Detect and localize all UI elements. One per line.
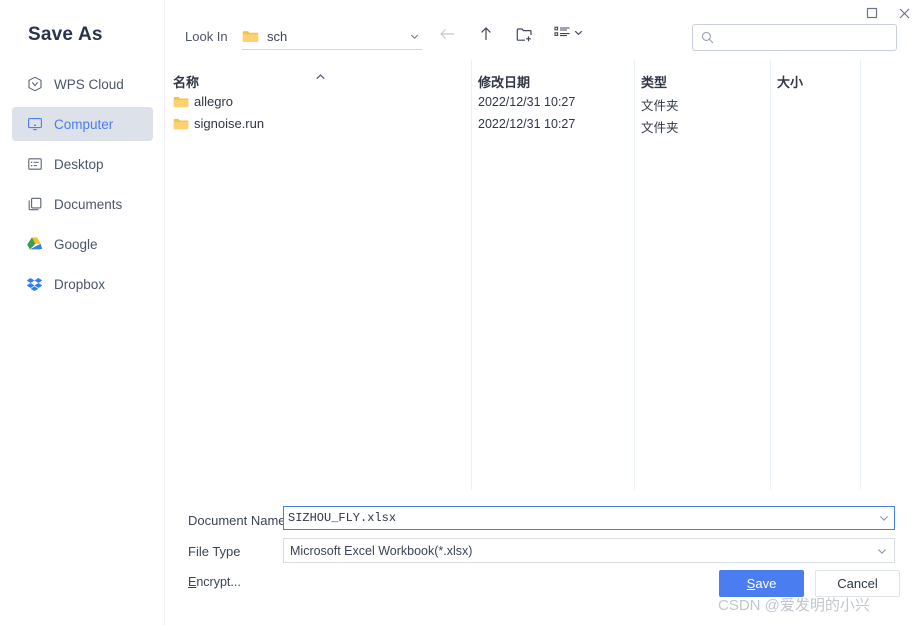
column-header-name[interactable]: 名称 bbox=[173, 72, 199, 91]
sidebar-item-label: Desktop bbox=[54, 156, 104, 172]
google-drive-icon bbox=[26, 236, 43, 253]
look-in-dropdown[interactable]: sch bbox=[242, 24, 422, 50]
up-one-level-button[interactable] bbox=[476, 24, 496, 44]
sidebar-item-documents[interactable]: Documents bbox=[12, 187, 153, 221]
desktop-window-icon bbox=[26, 156, 43, 173]
dropbox-icon bbox=[26, 276, 43, 293]
look-in-label: Look In bbox=[185, 29, 228, 44]
sidebar-nav: WPS Cloud Computer Desktop Documents Goo… bbox=[12, 67, 153, 307]
file-modified: 2022/12/31 10:27 bbox=[478, 117, 576, 131]
folder-icon bbox=[173, 117, 189, 131]
sidebar-item-label: WPS Cloud bbox=[54, 76, 124, 92]
sidebar-item-dropbox[interactable]: Dropbox bbox=[12, 267, 153, 301]
save-as-dialog: Save As WPS Cloud Computer Desktop Docum… bbox=[0, 0, 923, 625]
chevron-down-icon[interactable] bbox=[409, 31, 420, 42]
column-separator bbox=[860, 60, 861, 490]
sidebar-item-label: Dropbox bbox=[54, 276, 106, 292]
column-header-size[interactable]: 大小 bbox=[777, 72, 803, 91]
column-separator bbox=[770, 60, 771, 490]
chevron-down-icon[interactable] bbox=[876, 545, 888, 557]
page-title: Save As bbox=[28, 24, 103, 45]
save-rest: ave bbox=[755, 576, 777, 591]
column-separator bbox=[634, 60, 635, 490]
toolbar: Look In sch bbox=[165, 0, 923, 60]
chevron-down-icon[interactable] bbox=[878, 512, 890, 524]
file-type-label: File Type bbox=[188, 544, 241, 559]
folder-icon bbox=[242, 29, 259, 44]
encrypt-link[interactable]: Encrypt... bbox=[188, 575, 241, 589]
save-accel: S bbox=[746, 576, 756, 591]
file-type-dropdown[interactable]: Microsoft Excel Workbook(*.xlsx) bbox=[283, 538, 895, 563]
chevron-up-icon bbox=[315, 68, 326, 86]
monitor-icon bbox=[26, 116, 43, 133]
toolbar-buttons bbox=[437, 24, 584, 44]
document-name-input[interactable] bbox=[288, 511, 874, 525]
save-button[interactable]: Save bbox=[719, 570, 804, 597]
column-header-modified[interactable]: 修改日期 bbox=[478, 72, 530, 91]
search-input[interactable] bbox=[720, 30, 888, 45]
document-name-label: Document Name bbox=[188, 513, 286, 528]
file-type: 文件夹 bbox=[641, 99, 679, 113]
chevron-down-icon bbox=[573, 25, 584, 43]
sidebar-item-label: Google bbox=[54, 236, 98, 252]
view-mode-button[interactable] bbox=[554, 24, 584, 44]
file-name: signoise.run bbox=[194, 116, 265, 131]
sidebar-item-google[interactable]: Google bbox=[12, 227, 153, 261]
sidebar-item-computer[interactable]: Computer bbox=[12, 107, 153, 141]
file-type-value: Microsoft Excel Workbook(*.xlsx) bbox=[290, 543, 473, 558]
file-modified: 2022/12/31 10:27 bbox=[478, 95, 576, 109]
back-button[interactable] bbox=[437, 24, 457, 44]
column-separator bbox=[471, 60, 472, 490]
encrypt-rest: ncrypt... bbox=[196, 575, 241, 589]
sidebar-item-label: Documents bbox=[54, 196, 123, 212]
sidebar: Save As WPS Cloud Computer Desktop Docum… bbox=[0, 0, 165, 625]
search-icon bbox=[701, 31, 714, 44]
cloud-hexagon-icon bbox=[26, 76, 43, 93]
file-name: allegro bbox=[194, 94, 234, 109]
save-form: Document Name File Type Microsoft Excel … bbox=[165, 493, 923, 625]
document-name-field[interactable] bbox=[283, 506, 895, 530]
sidebar-item-desktop[interactable]: Desktop bbox=[12, 147, 153, 181]
table-row[interactable]: signoise.run bbox=[173, 116, 264, 131]
column-header-type[interactable]: 类型 bbox=[641, 72, 667, 91]
documents-folder-icon bbox=[26, 196, 43, 213]
search-box[interactable] bbox=[692, 24, 897, 51]
file-list: 名称 修改日期 类型 大小 allegro 2022/12/31 10:27 文… bbox=[165, 60, 923, 493]
folder-icon bbox=[173, 95, 189, 109]
table-row[interactable]: allegro bbox=[173, 94, 233, 109]
look-in-value: sch bbox=[267, 29, 288, 44]
file-type: 文件夹 bbox=[641, 121, 679, 135]
sidebar-item-label: Computer bbox=[54, 116, 114, 132]
sidebar-item-wps-cloud[interactable]: WPS Cloud bbox=[12, 67, 153, 101]
cancel-button[interactable]: Cancel bbox=[815, 570, 900, 597]
list-view-icon bbox=[554, 24, 571, 44]
new-folder-icon[interactable] bbox=[515, 24, 535, 44]
